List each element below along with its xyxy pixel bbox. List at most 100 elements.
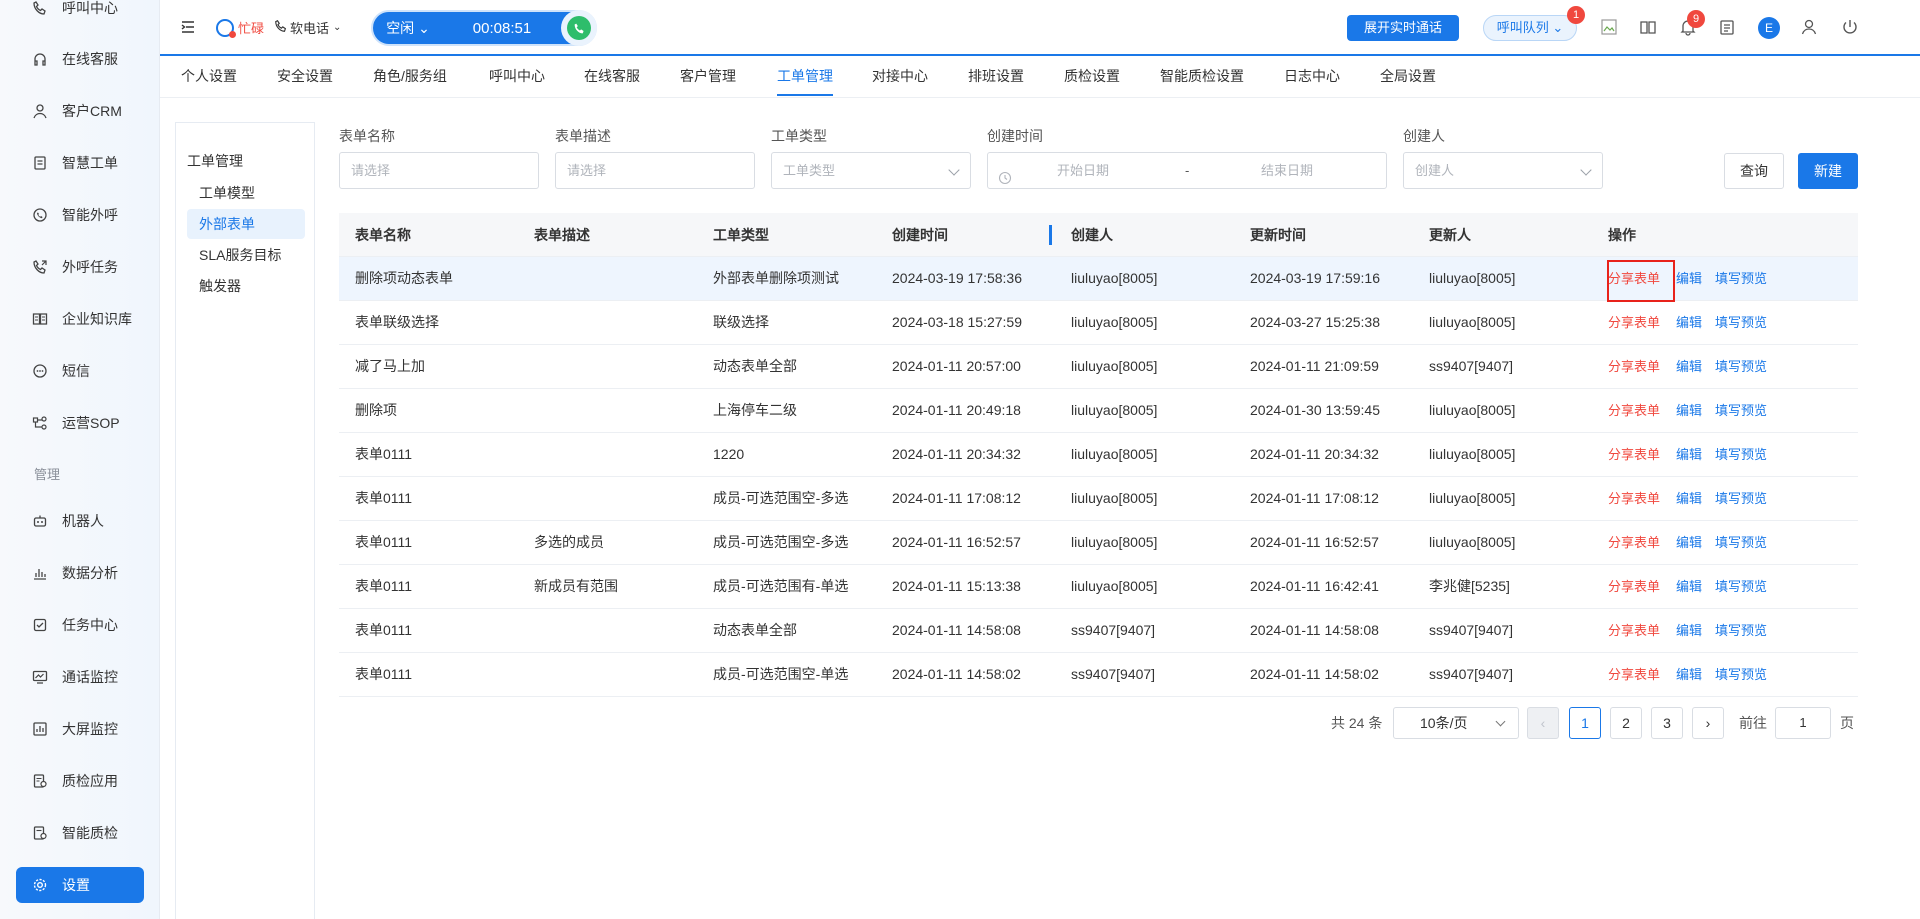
sidebar-item[interactable]: 智慧工单 bbox=[16, 145, 144, 181]
edit-link[interactable]: 编辑 bbox=[1676, 345, 1702, 388]
edit-link[interactable]: 编辑 bbox=[1676, 433, 1702, 476]
table-row[interactable]: 表单联级选择 联级选择 2024-03-18 15:27:59 liuluyao[80… bbox=[339, 301, 1858, 345]
form-desc-input[interactable]: 请选择 bbox=[555, 152, 755, 189]
sidebar-admin-item[interactable]: 数据分析 bbox=[16, 555, 144, 591]
created-time-range[interactable]: 开始日期 - 结束日期 bbox=[987, 152, 1387, 189]
tab[interactable]: 工单管理 bbox=[777, 58, 833, 96]
subnav-item-trigger[interactable]: 触发器 bbox=[187, 271, 305, 301]
sidebar-item[interactable]: 运营SOP bbox=[16, 405, 144, 441]
share-form-link[interactable]: 分享表单 bbox=[1608, 653, 1660, 696]
clipboard-icon[interactable] bbox=[1718, 18, 1736, 36]
tab[interactable]: 安全设置 bbox=[277, 58, 333, 96]
tab[interactable]: 在线客服 bbox=[584, 58, 640, 96]
tab[interactable]: 个人设置 bbox=[181, 58, 237, 96]
goto-page-input[interactable]: 1 bbox=[1775, 707, 1831, 739]
edit-link[interactable]: 编辑 bbox=[1676, 521, 1702, 564]
sidebar-item[interactable]: 智能外呼 bbox=[16, 197, 144, 233]
edit-link[interactable]: 编辑 bbox=[1676, 389, 1702, 432]
sidebar-admin-item[interactable]: 质检应用 bbox=[16, 763, 144, 799]
sidebar-admin-item[interactable]: 通话监控 bbox=[16, 659, 144, 695]
subnav-item-sla[interactable]: SLA服务目标 bbox=[187, 240, 305, 270]
query-button[interactable]: 查询 bbox=[1724, 153, 1784, 189]
avatar[interactable]: E bbox=[1758, 17, 1780, 39]
share-form-link[interactable]: 分享表单 bbox=[1608, 609, 1660, 652]
subnav-item-external-form[interactable]: 外部表单 bbox=[187, 209, 305, 239]
share-form-link[interactable]: 分享表单 bbox=[1608, 477, 1660, 520]
share-form-link[interactable]: 分享表单 bbox=[1608, 301, 1660, 344]
tab[interactable]: 全局设置 bbox=[1380, 58, 1436, 96]
sidebar-admin-item[interactable]: 大屏监控 bbox=[16, 711, 144, 747]
share-form-link[interactable]: 分享表单 bbox=[1608, 345, 1660, 388]
column-resize-handle[interactable] bbox=[1049, 225, 1052, 245]
call-state[interactable]: 空闲 ⌄ bbox=[373, 18, 443, 38]
page-size-select[interactable]: 10条/页 bbox=[1393, 707, 1519, 739]
table-row[interactable]: 表单0111 新成员有范围 成员-可选范围有-单选 2024-01-11 15:13:… bbox=[339, 565, 1858, 609]
start-date-placeholder[interactable]: 开始日期 bbox=[1057, 153, 1109, 188]
end-date-placeholder[interactable]: 结束日期 bbox=[1261, 153, 1313, 188]
sidebar-admin-item[interactable]: 任务中心 bbox=[16, 607, 144, 643]
form-name-input[interactable]: 请选择 bbox=[339, 152, 539, 189]
answer-call-button[interactable] bbox=[561, 10, 597, 46]
prev-page-button[interactable]: ‹ bbox=[1527, 707, 1559, 739]
sidebar-item[interactable]: 外呼任务 bbox=[16, 249, 144, 285]
fill-preview-link[interactable]: 填写预览 bbox=[1715, 389, 1767, 432]
next-page-button[interactable]: › bbox=[1692, 707, 1724, 739]
table-row[interactable]: 表单0111 多选的成员 成员-可选范围空-多选 2024-01-11 16:52:5… bbox=[339, 521, 1858, 565]
broken-image-icon[interactable] bbox=[1600, 18, 1618, 36]
tab[interactable]: 呼叫中心 bbox=[489, 58, 545, 96]
power-icon[interactable] bbox=[1841, 18, 1859, 36]
sidebar-item[interactable]: 企业知识库 bbox=[16, 301, 144, 337]
fill-preview-link[interactable]: 填写预览 bbox=[1715, 521, 1767, 564]
page-button-1[interactable]: 1 bbox=[1569, 707, 1601, 739]
fill-preview-link[interactable]: 填写预览 bbox=[1715, 653, 1767, 696]
book-icon[interactable] bbox=[1639, 18, 1657, 36]
agent-status[interactable]: 忙碌 bbox=[216, 18, 264, 38]
tab[interactable]: 对接中心 bbox=[872, 58, 928, 96]
edit-link[interactable]: 编辑 bbox=[1676, 477, 1702, 520]
page-button-3[interactable]: 3 bbox=[1651, 707, 1683, 739]
table-row[interactable]: 删除项 上海停车二级 2024-01-11 20:49:18 liuluyao[800… bbox=[339, 389, 1858, 433]
sidebar-admin-item[interactable]: 设置 bbox=[16, 867, 144, 903]
page-button-2[interactable]: 2 bbox=[1610, 707, 1642, 739]
expand-realtime-call-button[interactable]: 展开实时通话 bbox=[1347, 15, 1459, 41]
share-form-link[interactable]: 分享表单 bbox=[1608, 433, 1660, 476]
edit-link[interactable]: 编辑 bbox=[1676, 301, 1702, 344]
call-status-bar[interactable]: 空闲 ⌄ 00:08:51 bbox=[371, 10, 597, 46]
user-profile-icon[interactable] bbox=[1800, 18, 1818, 36]
share-form-link[interactable]: 分享表单 bbox=[1608, 389, 1660, 432]
sidebar-admin-item[interactable]: 机器人 bbox=[16, 503, 144, 539]
tab[interactable]: 角色/服务组 bbox=[373, 58, 447, 96]
tab[interactable]: 客户管理 bbox=[680, 58, 736, 96]
table-row[interactable]: 表单0111 动态表单全部 2024-01-11 14:58:08 ss9407[94… bbox=[339, 609, 1858, 653]
tab[interactable]: 日志中心 bbox=[1284, 58, 1340, 96]
sidebar-item[interactable]: 呼叫中心 bbox=[16, 0, 144, 26]
sidebar-item[interactable]: 在线客服 bbox=[16, 41, 144, 77]
creator-select[interactable]: 创建人 bbox=[1403, 152, 1603, 189]
fill-preview-link[interactable]: 填写预览 bbox=[1715, 257, 1767, 300]
tab[interactable]: 排班设置 bbox=[968, 58, 1024, 96]
new-button[interactable]: 新建 bbox=[1798, 153, 1858, 189]
menu-collapse-icon[interactable] bbox=[180, 19, 196, 35]
table-row[interactable]: 减了马上加 动态表单全部 2024-01-11 20:57:00 liuluyao[8… bbox=[339, 345, 1858, 389]
table-row[interactable]: 表单0111 成员-可选范围空-单选 2024-01-11 14:58:02 ss94… bbox=[339, 653, 1858, 697]
edit-link[interactable]: 编辑 bbox=[1676, 257, 1702, 300]
fill-preview-link[interactable]: 填写预览 bbox=[1715, 345, 1767, 388]
share-form-link[interactable]: 分享表单 bbox=[1608, 565, 1660, 608]
share-form-link[interactable]: 分享表单 bbox=[1608, 521, 1660, 564]
fill-preview-link[interactable]: 填写预览 bbox=[1715, 565, 1767, 608]
sidebar-item[interactable]: 短信 bbox=[16, 353, 144, 389]
table-row[interactable]: 表单0111 成员-可选范围空-多选 2024-01-11 17:08:12 liul… bbox=[339, 477, 1858, 521]
fill-preview-link[interactable]: 填写预览 bbox=[1715, 609, 1767, 652]
edit-link[interactable]: 编辑 bbox=[1676, 565, 1702, 608]
tab[interactable]: 智能质检设置 bbox=[1160, 58, 1244, 96]
ticket-type-select[interactable]: 工单类型 bbox=[771, 152, 971, 189]
fill-preview-link[interactable]: 填写预览 bbox=[1715, 477, 1767, 520]
sidebar-admin-item[interactable]: 智能质检 bbox=[16, 815, 144, 851]
tab[interactable]: 质检设置 bbox=[1064, 58, 1120, 96]
fill-preview-link[interactable]: 填写预览 bbox=[1715, 433, 1767, 476]
edit-link[interactable]: 编辑 bbox=[1676, 653, 1702, 696]
subnav-item-ticket-model[interactable]: 工单模型 bbox=[187, 178, 305, 208]
sidebar-item[interactable]: 客户CRM bbox=[16, 93, 144, 129]
edit-link[interactable]: 编辑 bbox=[1676, 609, 1702, 652]
call-queue-dropdown[interactable]: 呼叫队列 ⌄ bbox=[1483, 15, 1577, 41]
